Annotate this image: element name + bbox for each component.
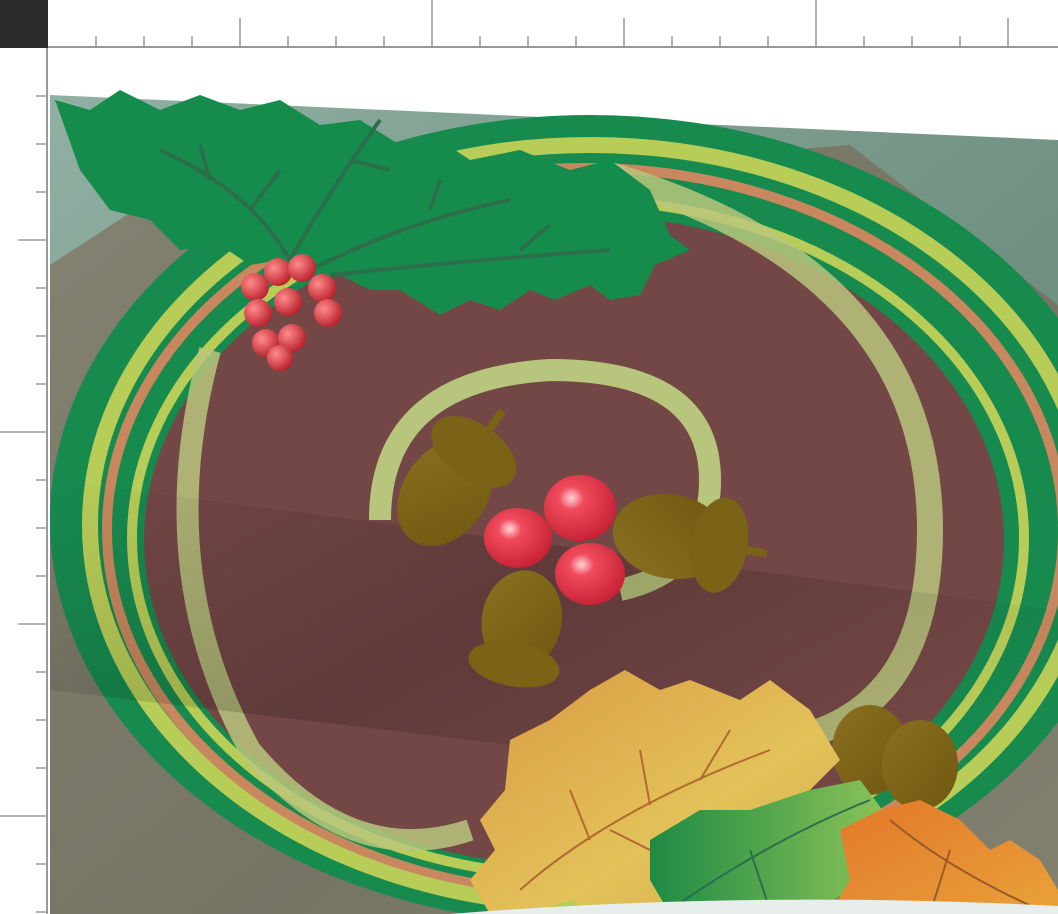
fabric-design [50,50,1058,914]
fabric-preview[interactable] [50,50,1058,914]
unit-toggle[interactable] [0,0,48,48]
left-ruler [0,48,48,914]
top-ruler [48,0,1058,48]
left-ruler-ticks [0,95,48,913]
top-ruler-ticks [95,0,1009,48]
